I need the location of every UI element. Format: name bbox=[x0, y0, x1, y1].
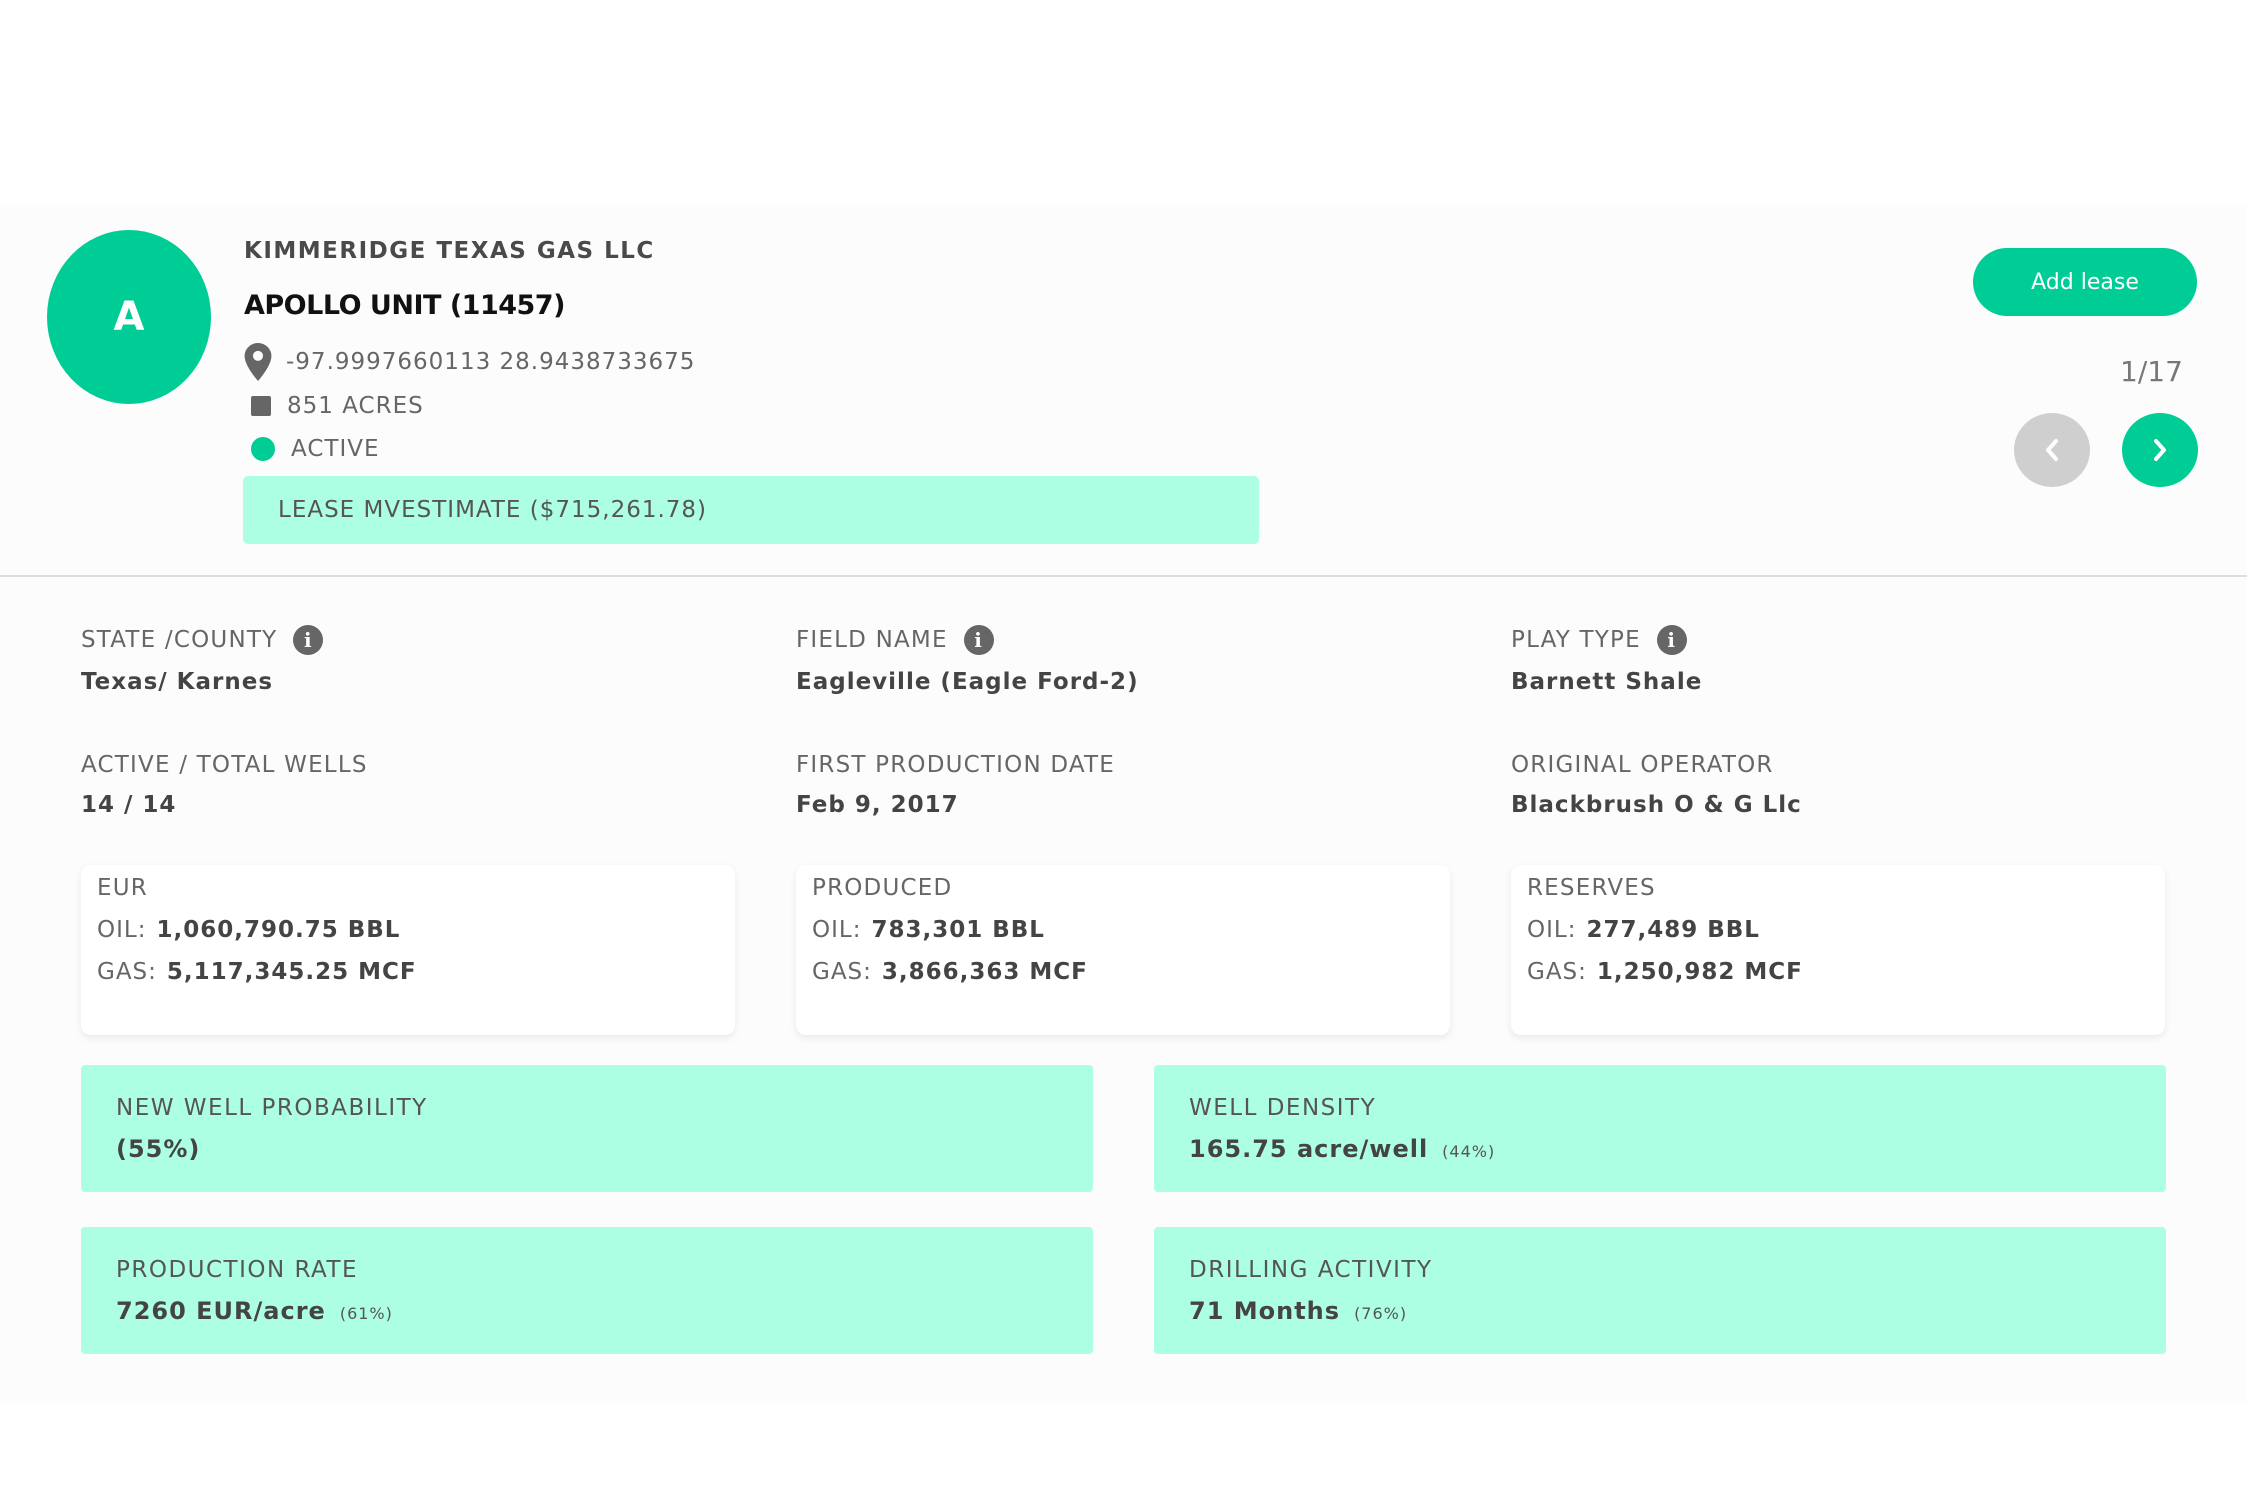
chevron-left-icon bbox=[2046, 439, 2058, 461]
drilling-activity-box: DRILLING ACTIVITY 71 Months (76%) bbox=[1154, 1227, 2166, 1354]
produced-card-title: PRODUCED bbox=[812, 875, 953, 901]
produced-oil-value: 783,301 BBL bbox=[871, 917, 1045, 943]
estimate-text: LEASE MVESTIMATE ($715,261.78) bbox=[278, 497, 708, 523]
reserves-gas-line: GAS: 1,250,982 MCF bbox=[1527, 959, 2149, 985]
status-text: ACTIVE bbox=[291, 436, 380, 462]
eur-gas-line: GAS: 5,117,345.25 MCF bbox=[97, 959, 719, 985]
field-name-value: Eagleville (Eagle Ford-2) bbox=[796, 669, 1139, 695]
lease-detail-panel: A KIMMERIDGE TEXAS GAS LLC APOLLO UNIT (… bbox=[0, 205, 2247, 1403]
gas-label: GAS: bbox=[1527, 959, 1587, 985]
state-county-value: Texas/ Karnes bbox=[81, 669, 274, 695]
oil-label: OIL: bbox=[1527, 917, 1577, 943]
wells-field: ACTIVE / TOTAL WELLS 14 / 14 bbox=[81, 752, 368, 818]
eur-card-title: EUR bbox=[97, 875, 148, 901]
gas-label: GAS: bbox=[812, 959, 872, 985]
original-operator-label: ORIGINAL OPERATOR bbox=[1511, 752, 1774, 778]
area-square-icon bbox=[251, 396, 271, 416]
next-lease-button[interactable] bbox=[2122, 413, 2198, 487]
reserves-oil-value: 277,489 BBL bbox=[1586, 917, 1760, 943]
gas-label: GAS: bbox=[97, 959, 157, 985]
eur-oil-line: OIL: 1,060,790.75 BBL bbox=[97, 917, 719, 943]
status-row: ACTIVE bbox=[244, 436, 380, 462]
reserves-card-title: RESERVES bbox=[1527, 875, 1656, 901]
well-density-box: WELL DENSITY 165.75 acre/well (44%) bbox=[1154, 1065, 2166, 1192]
info-icon[interactable]: i bbox=[1656, 625, 1687, 655]
original-operator-field: ORIGINAL OPERATOR Blackbrush O & G Llc bbox=[1511, 752, 1802, 818]
reserves-gas-value: 1,250,982 MCF bbox=[1596, 959, 1803, 985]
state-county-label: STATE /COUNTY bbox=[81, 627, 278, 653]
pagination-counter: 1/17 bbox=[2120, 355, 2183, 388]
well-density-title: WELL DENSITY bbox=[1189, 1095, 1377, 1121]
play-type-value: Barnett Shale bbox=[1511, 669, 1703, 695]
reserves-card: RESERVES OIL: 277,489 BBL GAS: 1,250,982 M… bbox=[1511, 865, 2165, 1035]
location-pin-icon bbox=[244, 343, 272, 381]
first-production-value: Feb 9, 2017 bbox=[796, 792, 959, 818]
header-divider bbox=[0, 575, 2247, 577]
eur-oil-value: 1,060,790.75 BBL bbox=[156, 917, 401, 943]
original-operator-value: Blackbrush O & G Llc bbox=[1511, 792, 1802, 818]
new-well-probability-box: NEW WELL PROBABILITY (55%) bbox=[81, 1065, 1093, 1192]
well-density-value: 165.75 acre/well bbox=[1189, 1135, 1429, 1163]
new-well-probability-title: NEW WELL PROBABILITY bbox=[116, 1095, 428, 1121]
info-icon[interactable]: i bbox=[293, 625, 324, 655]
add-lease-button[interactable]: Add lease bbox=[1973, 248, 2197, 316]
production-rate-title: PRODUCTION RATE bbox=[116, 1257, 359, 1283]
operator-company-name: KIMMERIDGE TEXAS GAS LLC bbox=[244, 238, 655, 264]
first-production-label: FIRST PRODUCTION DATE bbox=[796, 752, 1116, 778]
acres-row: 851 ACRES bbox=[244, 393, 424, 419]
produced-oil-line: OIL: 783,301 BBL bbox=[812, 917, 1434, 943]
well-density-percent: (44%) bbox=[1442, 1142, 1496, 1161]
lease-estimate-banner: LEASE MVESTIMATE ($715,261.78) bbox=[243, 476, 1259, 544]
wells-value: 14 / 14 bbox=[81, 792, 177, 818]
reserves-oil-line: OIL: 277,489 BBL bbox=[1527, 917, 2149, 943]
oil-label: OIL: bbox=[812, 917, 862, 943]
lease-avatar: A bbox=[47, 230, 211, 404]
drilling-activity-percent: (76%) bbox=[1354, 1304, 1408, 1323]
drilling-activity-value: 71 Months bbox=[1189, 1297, 1341, 1325]
status-dot-icon bbox=[251, 437, 275, 461]
coordinates-text: -97.9997660113 28.9438733675 bbox=[286, 349, 696, 375]
first-production-field: FIRST PRODUCTION DATE Feb 9, 2017 bbox=[796, 752, 1115, 818]
production-rate-percent: (61%) bbox=[339, 1304, 393, 1323]
lease-header: A KIMMERIDGE TEXAS GAS LLC APOLLO UNIT (… bbox=[0, 205, 2247, 575]
oil-label: OIL: bbox=[97, 917, 147, 943]
acres-text: 851 ACRES bbox=[287, 393, 424, 419]
production-rate-box: PRODUCTION RATE 7260 EUR/acre (61%) bbox=[81, 1227, 1093, 1354]
chevron-right-icon bbox=[2154, 439, 2166, 461]
wells-label: ACTIVE / TOTAL WELLS bbox=[81, 752, 368, 778]
state-county-field: STATE /COUNTY i Texas/ Karnes bbox=[81, 625, 324, 695]
field-name-field: FIELD NAME i Eagleville (Eagle Ford-2) bbox=[796, 625, 1139, 695]
eur-gas-value: 5,117,345.25 MCF bbox=[166, 959, 417, 985]
produced-gas-line: GAS: 3,866,363 MCF bbox=[812, 959, 1434, 985]
coordinates-row: -97.9997660113 28.9438733675 bbox=[244, 343, 695, 381]
lease-name: APOLLO UNIT (11457) bbox=[244, 290, 565, 321]
production-rate-value: 7260 EUR/acre bbox=[116, 1297, 326, 1325]
eur-card: EUR OIL: 1,060,790.75 BBL GAS: 5,117,345.2… bbox=[81, 865, 735, 1035]
produced-card: PRODUCED OIL: 783,301 BBL GAS: 3,866,363 M… bbox=[796, 865, 1450, 1035]
play-type-label: PLAY TYPE bbox=[1511, 627, 1641, 653]
play-type-field: PLAY TYPE i Barnett Shale bbox=[1511, 625, 1702, 695]
drilling-activity-title: DRILLING ACTIVITY bbox=[1189, 1257, 1433, 1283]
field-name-label: FIELD NAME bbox=[796, 627, 948, 653]
new-well-probability-value: (55%) bbox=[116, 1135, 201, 1163]
produced-gas-value: 3,866,363 MCF bbox=[881, 959, 1088, 985]
previous-lease-button[interactable] bbox=[2014, 413, 2090, 487]
info-icon[interactable]: i bbox=[963, 625, 994, 655]
